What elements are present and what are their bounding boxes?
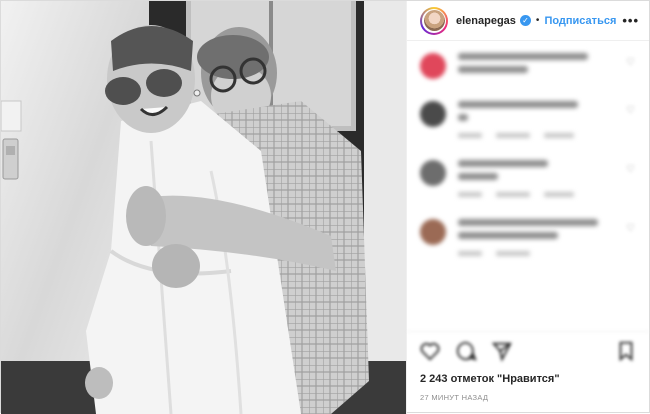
follow-button[interactable]: Подписаться [544,15,616,27]
comment-item: ♡ [420,53,636,79]
comment-avatar[interactable] [420,53,446,79]
likes-count[interactable]: 2 243 отметок "Нравится" [407,369,649,385]
comment-body-blurred [458,101,636,138]
more-options-icon[interactable]: ••• [622,13,639,28]
comment-body-blurred [458,53,636,79]
username[interactable]: elenapegas [456,15,516,27]
comments-list: ♡ ♡ ♡ ♡ [407,41,649,331]
post-header: elenapegas ✓ • Подписаться ••• [407,1,649,41]
share-icon[interactable] [491,340,513,362]
comment-icon[interactable] [455,340,477,362]
comment-like-icon[interactable]: ♡ [626,224,635,234]
comment-body-blurred [458,160,636,197]
comment-body-blurred [458,219,636,256]
comment-like-icon[interactable]: ♡ [626,106,635,116]
avatar-image [423,10,445,31]
comment-item: ♡ [420,160,636,197]
comment-item: ♡ [420,219,636,256]
bookmark-icon[interactable] [615,340,637,362]
header-separator: • [535,15,540,26]
avatar-frame [422,8,446,33]
comment-avatar[interactable] [420,101,446,127]
comment-item: ♡ [420,101,636,138]
post-actions-bar [407,331,649,369]
post-side-panel: elenapegas ✓ • Подписаться ••• ♡ ♡ ♡ ♡ 2… [406,1,649,414]
comment-avatar[interactable] [420,219,446,245]
photo-illustration [1,1,406,414]
post-timestamp[interactable]: 27 МИНУТ НАЗАД [407,385,649,414]
comment-avatar[interactable] [420,160,446,186]
comment-like-icon[interactable]: ♡ [626,58,635,68]
heart-icon[interactable] [419,340,441,362]
instagram-post: elenapegas ✓ • Подписаться ••• ♡ ♡ ♡ ♡ 2… [0,0,650,414]
avatar[interactable] [420,6,448,35]
post-photo[interactable] [1,1,406,414]
comment-like-icon[interactable]: ♡ [626,165,635,175]
verified-badge-icon: ✓ [519,15,531,26]
